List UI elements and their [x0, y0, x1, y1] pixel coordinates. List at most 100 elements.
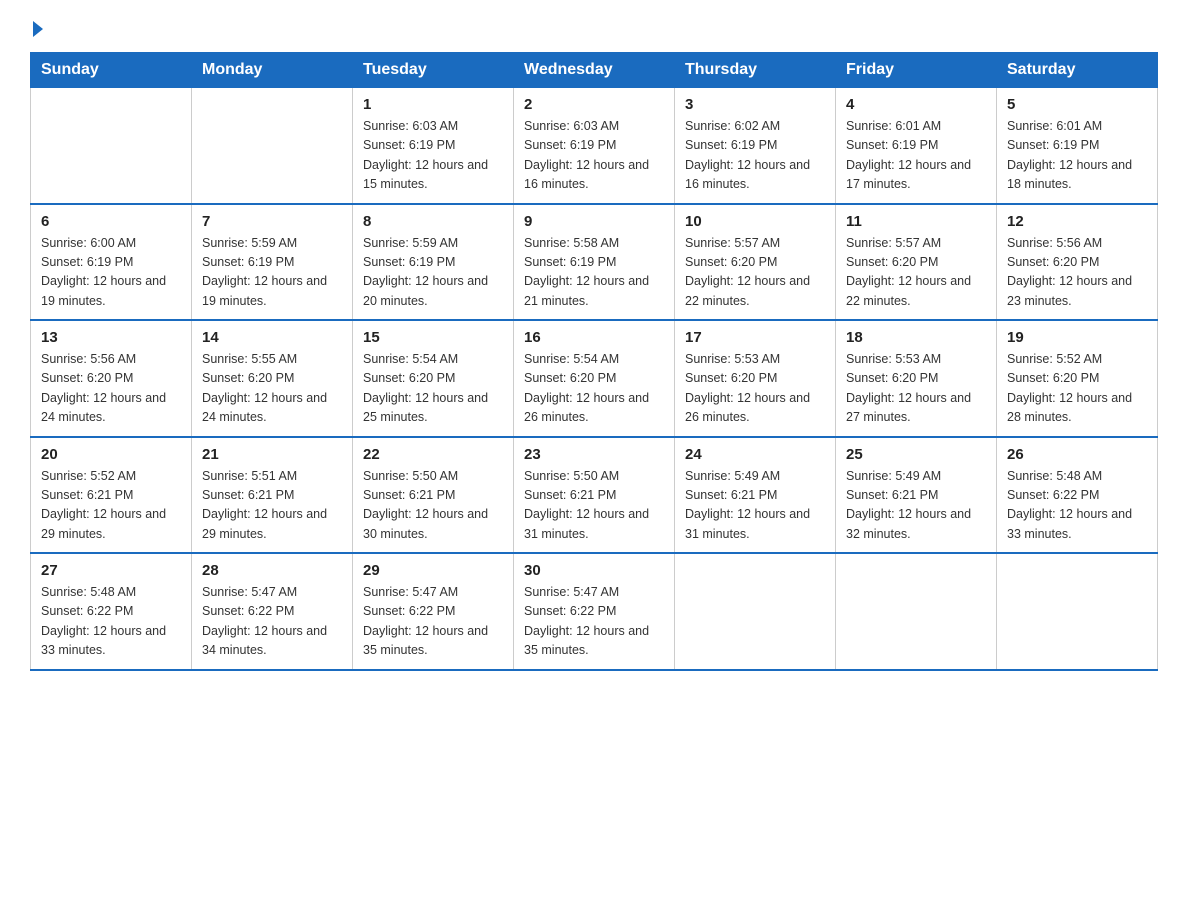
- day-info: Sunrise: 5:52 AMSunset: 6:20 PMDaylight:…: [1007, 350, 1147, 428]
- calendar-day-cell: 12Sunrise: 5:56 AMSunset: 6:20 PMDayligh…: [997, 204, 1158, 321]
- day-number: 3: [685, 96, 825, 113]
- day-number: 11: [846, 213, 986, 230]
- day-number: 22: [363, 446, 503, 463]
- calendar-week-row: 1Sunrise: 6:03 AMSunset: 6:19 PMDaylight…: [31, 88, 1158, 204]
- calendar-day-cell: 30 Sunrise: 5:47 AMSunset: 6:22 PMDayligh…: [514, 553, 675, 670]
- day-info: Sunrise: 6:03 AMSunset: 6:19 PMDaylight:…: [363, 117, 503, 195]
- calendar-day-cell: 22 Sunrise: 5:50 AMSunset: 6:21 PMDayligh…: [353, 437, 514, 554]
- day-number: 29: [363, 562, 503, 579]
- day-number: 16: [524, 329, 664, 346]
- calendar-day-cell: 4 Sunrise: 6:01 AMSunset: 6:19 PMDaylight…: [836, 88, 997, 204]
- logo: [30, 20, 43, 36]
- day-number: 26: [1007, 446, 1147, 463]
- day-number: 7: [202, 213, 342, 230]
- calendar-day-cell: 6Sunrise: 6:00 AMSunset: 6:19 PMDaylight…: [31, 204, 192, 321]
- calendar-day-cell: 25 Sunrise: 5:49 AMSunset: 6:21 PMDayligh…: [836, 437, 997, 554]
- calendar-day-cell: 19 Sunrise: 5:52 AMSunset: 6:20 PMDayligh…: [997, 320, 1158, 437]
- day-number: 2: [524, 96, 664, 113]
- calendar-day-cell: [997, 553, 1158, 670]
- calendar-day-cell: 3 Sunrise: 6:02 AMSunset: 6:19 PMDaylight…: [675, 88, 836, 204]
- day-info: Sunrise: 5:47 AMSunset: 6:22 PMDaylight:…: [363, 583, 503, 661]
- calendar-day-cell: [836, 553, 997, 670]
- day-info: Sunrise: 5:52 AMSunset: 6:21 PMDaylight:…: [41, 467, 181, 545]
- day-info: Sunrise: 6:02 AMSunset: 6:19 PMDaylight:…: [685, 117, 825, 195]
- day-info: Sunrise: 5:58 AMSunset: 6:19 PMDaylight:…: [524, 234, 664, 312]
- day-info: Sunrise: 5:56 AMSunset: 6:20 PMDaylight:…: [1007, 234, 1147, 312]
- day-number: 19: [1007, 329, 1147, 346]
- calendar-day-cell: 26 Sunrise: 5:48 AMSunset: 6:22 PMDayligh…: [997, 437, 1158, 554]
- day-info: Sunrise: 5:49 AMSunset: 6:21 PMDaylight:…: [685, 467, 825, 545]
- calendar-day-cell: 7 Sunrise: 5:59 AMSunset: 6:19 PMDaylight…: [192, 204, 353, 321]
- day-number: 13: [41, 329, 181, 346]
- day-info: Sunrise: 5:50 AMSunset: 6:21 PMDaylight:…: [363, 467, 503, 545]
- day-info: Sunrise: 5:53 AMSunset: 6:20 PMDaylight:…: [685, 350, 825, 428]
- day-info: Sunrise: 6:01 AMSunset: 6:19 PMDaylight:…: [1007, 117, 1147, 195]
- day-info: Sunrise: 6:01 AMSunset: 6:19 PMDaylight:…: [846, 117, 986, 195]
- calendar-day-cell: 17 Sunrise: 5:53 AMSunset: 6:20 PMDayligh…: [675, 320, 836, 437]
- day-number: 18: [846, 329, 986, 346]
- calendar-day-cell: [31, 88, 192, 204]
- calendar-day-cell: 1Sunrise: 6:03 AMSunset: 6:19 PMDaylight…: [353, 88, 514, 204]
- day-info: Sunrise: 5:48 AMSunset: 6:22 PMDaylight:…: [41, 583, 181, 661]
- day-of-week-header: Friday: [836, 53, 997, 88]
- calendar-day-cell: 5 Sunrise: 6:01 AMSunset: 6:19 PMDaylight…: [997, 88, 1158, 204]
- day-number: 17: [685, 329, 825, 346]
- calendar-header-row: SundayMondayTuesdayWednesdayThursdayFrid…: [31, 53, 1158, 88]
- calendar-day-cell: 16Sunrise: 5:54 AMSunset: 6:20 PMDayligh…: [514, 320, 675, 437]
- day-number: 20: [41, 446, 181, 463]
- day-number: 4: [846, 96, 986, 113]
- calendar-day-cell: 29 Sunrise: 5:47 AMSunset: 6:22 PMDayligh…: [353, 553, 514, 670]
- calendar-week-row: 20 Sunrise: 5:52 AMSunset: 6:21 PMDayligh…: [31, 437, 1158, 554]
- day-number: 23: [524, 446, 664, 463]
- day-info: Sunrise: 5:51 AMSunset: 6:21 PMDaylight:…: [202, 467, 342, 545]
- calendar-week-row: 13 Sunrise: 5:56 AMSunset: 6:20 PMDayligh…: [31, 320, 1158, 437]
- day-of-week-header: Tuesday: [353, 53, 514, 88]
- day-info: Sunrise: 5:59 AMSunset: 6:19 PMDaylight:…: [202, 234, 342, 312]
- day-number: 30: [524, 562, 664, 579]
- day-info: Sunrise: 5:50 AMSunset: 6:21 PMDaylight:…: [524, 467, 664, 545]
- calendar-day-cell: 10 Sunrise: 5:57 AMSunset: 6:20 PMDayligh…: [675, 204, 836, 321]
- calendar-day-cell: [675, 553, 836, 670]
- day-info: Sunrise: 5:55 AMSunset: 6:20 PMDaylight:…: [202, 350, 342, 428]
- day-number: 8: [363, 213, 503, 230]
- day-of-week-header: Wednesday: [514, 53, 675, 88]
- day-number: 25: [846, 446, 986, 463]
- calendar-day-cell: 2Sunrise: 6:03 AMSunset: 6:19 PMDaylight…: [514, 88, 675, 204]
- day-number: 10: [685, 213, 825, 230]
- day-info: Sunrise: 5:48 AMSunset: 6:22 PMDaylight:…: [1007, 467, 1147, 545]
- calendar-day-cell: 21 Sunrise: 5:51 AMSunset: 6:21 PMDayligh…: [192, 437, 353, 554]
- day-number: 15: [363, 329, 503, 346]
- calendar-week-row: 6Sunrise: 6:00 AMSunset: 6:19 PMDaylight…: [31, 204, 1158, 321]
- calendar-day-cell: 15Sunrise: 5:54 AMSunset: 6:20 PMDayligh…: [353, 320, 514, 437]
- day-info: Sunrise: 5:47 AMSunset: 6:22 PMDaylight:…: [524, 583, 664, 661]
- calendar-day-cell: 27 Sunrise: 5:48 AMSunset: 6:22 PMDayligh…: [31, 553, 192, 670]
- day-number: 14: [202, 329, 342, 346]
- day-number: 24: [685, 446, 825, 463]
- day-info: Sunrise: 5:56 AMSunset: 6:20 PMDaylight:…: [41, 350, 181, 428]
- calendar-table: SundayMondayTuesdayWednesdayThursdayFrid…: [30, 52, 1158, 671]
- calendar-day-cell: 23 Sunrise: 5:50 AMSunset: 6:21 PMDayligh…: [514, 437, 675, 554]
- calendar-day-cell: 9 Sunrise: 5:58 AMSunset: 6:19 PMDaylight…: [514, 204, 675, 321]
- calendar-day-cell: 11 Sunrise: 5:57 AMSunset: 6:20 PMDayligh…: [836, 204, 997, 321]
- day-info: Sunrise: 5:57 AMSunset: 6:20 PMDaylight:…: [846, 234, 986, 312]
- day-number: 27: [41, 562, 181, 579]
- day-of-week-header: Sunday: [31, 53, 192, 88]
- calendar-day-cell: 28 Sunrise: 5:47 AMSunset: 6:22 PMDayligh…: [192, 553, 353, 670]
- calendar-day-cell: 8Sunrise: 5:59 AMSunset: 6:19 PMDaylight…: [353, 204, 514, 321]
- day-number: 6: [41, 213, 181, 230]
- day-number: 5: [1007, 96, 1147, 113]
- calendar-day-cell: 24 Sunrise: 5:49 AMSunset: 6:21 PMDayligh…: [675, 437, 836, 554]
- logo-arrow-icon: [33, 21, 43, 37]
- calendar-day-cell: 20 Sunrise: 5:52 AMSunset: 6:21 PMDayligh…: [31, 437, 192, 554]
- day-info: Sunrise: 5:47 AMSunset: 6:22 PMDaylight:…: [202, 583, 342, 661]
- day-info: Sunrise: 5:49 AMSunset: 6:21 PMDaylight:…: [846, 467, 986, 545]
- page-header: [30, 20, 1158, 36]
- calendar-day-cell: [192, 88, 353, 204]
- calendar-day-cell: 18Sunrise: 5:53 AMSunset: 6:20 PMDayligh…: [836, 320, 997, 437]
- day-info: Sunrise: 5:57 AMSunset: 6:20 PMDaylight:…: [685, 234, 825, 312]
- day-number: 21: [202, 446, 342, 463]
- calendar-day-cell: 13 Sunrise: 5:56 AMSunset: 6:20 PMDayligh…: [31, 320, 192, 437]
- day-of-week-header: Saturday: [997, 53, 1158, 88]
- day-number: 9: [524, 213, 664, 230]
- day-number: 28: [202, 562, 342, 579]
